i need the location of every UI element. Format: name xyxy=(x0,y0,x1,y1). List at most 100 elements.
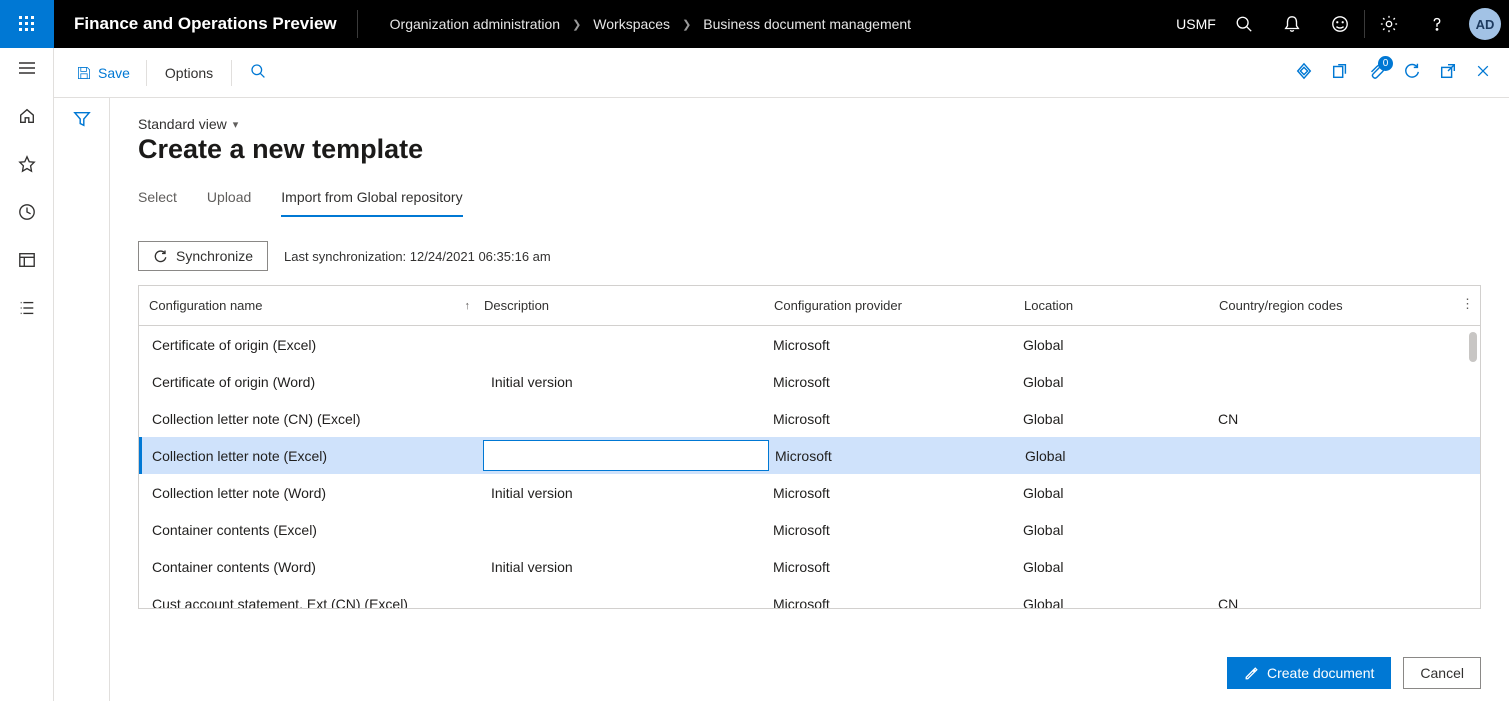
table-row[interactable]: Container contents (Word)Initial version… xyxy=(139,548,1480,585)
breadcrumb-item[interactable]: Business document management xyxy=(703,16,911,32)
cancel-button[interactable]: Cancel xyxy=(1403,657,1481,689)
chevron-right-icon: ❯ xyxy=(572,18,581,31)
table-row[interactable]: Collection letter note (Excel) MicrosoftG… xyxy=(139,437,1480,474)
cell-provider: Microsoft xyxy=(773,559,1023,575)
cell-provider: Microsoft xyxy=(773,522,1023,538)
cell-name: Collection letter note (Word) xyxy=(142,485,487,501)
cell-description: Initial version xyxy=(487,485,773,501)
grid-overflow-button[interactable]: ⋮ xyxy=(1461,296,1474,312)
close-icon[interactable] xyxy=(1475,63,1491,82)
synchronize-label: Synchronize xyxy=(176,248,253,264)
cell-name: Collection letter note (CN) (Excel) xyxy=(142,411,487,427)
cell-provider: Microsoft xyxy=(773,411,1023,427)
help-button[interactable] xyxy=(1413,0,1461,48)
home-icon[interactable] xyxy=(15,104,39,128)
tab-bar: Select Upload Import from Global reposit… xyxy=(138,189,1481,217)
feedback-button[interactable] xyxy=(1316,0,1364,48)
table-row[interactable]: Container contents (Excel) MicrosoftGloba… xyxy=(139,511,1480,548)
view-selector[interactable]: Standard view ▾ xyxy=(138,116,1481,132)
tab-import[interactable]: Import from Global repository xyxy=(281,189,462,217)
grid-header: Configuration name ↑ Description Configu… xyxy=(139,286,1480,326)
column-header-provider[interactable]: Configuration provider xyxy=(774,298,1024,313)
search-button[interactable] xyxy=(1220,0,1268,48)
create-document-button[interactable]: Create document xyxy=(1227,657,1391,689)
app-header: Finance and Operations Preview Organizat… xyxy=(0,0,1509,48)
cell-name: Container contents (Excel) xyxy=(142,522,487,538)
sync-status-text: Last synchronization: 12/24/2021 06:35:1… xyxy=(284,249,551,264)
column-label: Configuration name xyxy=(149,298,262,313)
table-row[interactable]: Cust account statement, Ext (CN) (Excel)… xyxy=(139,585,1480,608)
save-label: Save xyxy=(98,65,130,81)
cell-description[interactable] xyxy=(483,440,769,471)
workspaces-icon[interactable] xyxy=(15,248,39,272)
favorites-icon[interactable] xyxy=(15,152,39,176)
cell-provider: Microsoft xyxy=(773,337,1023,353)
table-row[interactable]: Collection letter note (Word)Initial ver… xyxy=(139,474,1480,511)
modules-icon[interactable] xyxy=(15,296,39,320)
attachments-count: 0 xyxy=(1378,56,1393,71)
open-external-icon[interactable] xyxy=(1331,62,1349,83)
cell-provider: Microsoft xyxy=(773,596,1023,609)
cell-provider: Microsoft xyxy=(773,485,1023,501)
company-picker[interactable]: USMF xyxy=(1172,0,1220,48)
synchronize-button[interactable]: Synchronize xyxy=(138,241,268,271)
cell-name: Certificate of origin (Word) xyxy=(142,374,487,390)
sort-asc-icon: ↑ xyxy=(465,300,485,312)
refresh-icon[interactable] xyxy=(1403,62,1421,83)
tab-select[interactable]: Select xyxy=(138,189,177,217)
breadcrumb: Organization administration ❯ Workspaces… xyxy=(358,16,1172,32)
table-row[interactable]: Certificate of origin (Excel)MicrosoftGl… xyxy=(139,326,1480,363)
search-action-button[interactable] xyxy=(238,63,278,82)
templates-grid: Configuration name ↑ Description Configu… xyxy=(138,285,1481,609)
cell-location: Global xyxy=(1023,596,1218,609)
cell-location: Global xyxy=(1023,485,1218,501)
cell-provider: Microsoft xyxy=(773,374,1023,390)
table-row[interactable]: Certificate of origin (Word)Initial vers… xyxy=(139,363,1480,400)
attachments-button[interactable]: 0 xyxy=(1367,62,1385,83)
cell-provider: Microsoft xyxy=(775,448,1025,464)
nav-expand-button[interactable] xyxy=(15,56,39,80)
scrollbar-thumb[interactable] xyxy=(1469,332,1477,362)
page-title: Create a new template xyxy=(138,134,1481,165)
cell-description: Initial version xyxy=(487,374,773,390)
view-label: Standard view xyxy=(138,116,227,132)
cell-location: Global xyxy=(1023,374,1218,390)
diamond-icon[interactable] xyxy=(1295,62,1313,83)
cell-location: Global xyxy=(1023,559,1218,575)
column-header-description[interactable]: Description xyxy=(484,298,774,313)
breadcrumb-item[interactable]: Workspaces xyxy=(593,16,670,32)
app-launcher[interactable] xyxy=(0,0,54,48)
save-button[interactable]: Save xyxy=(66,65,140,81)
cell-location: Global xyxy=(1025,448,1220,464)
column-header-name[interactable]: Configuration name ↑ xyxy=(139,298,484,313)
filter-pane-toggle[interactable] xyxy=(54,98,110,701)
avatar-initials: AD xyxy=(1469,8,1501,40)
tab-upload[interactable]: Upload xyxy=(207,189,251,217)
cell-location: Global xyxy=(1023,337,1218,353)
cell-codes: CN xyxy=(1218,411,1460,427)
cell-name: Container contents (Word) xyxy=(142,559,487,575)
cell-name: Cust account statement, Ext (CN) (Excel) xyxy=(142,596,487,609)
column-header-location[interactable]: Location xyxy=(1024,298,1219,313)
action-bar: Save Options 0 xyxy=(54,48,1509,98)
popout-icon[interactable] xyxy=(1439,62,1457,83)
separator xyxy=(146,60,147,86)
separator xyxy=(231,60,232,86)
settings-button[interactable] xyxy=(1365,0,1413,48)
chevron-right-icon: ❯ xyxy=(682,18,691,31)
notifications-button[interactable] xyxy=(1268,0,1316,48)
breadcrumb-item[interactable]: Organization administration xyxy=(390,16,560,32)
cell-description: Initial version xyxy=(487,559,773,575)
column-header-codes[interactable]: Country/region codes xyxy=(1219,298,1460,313)
cell-codes: CN xyxy=(1218,596,1460,609)
user-avatar[interactable]: AD xyxy=(1461,0,1509,48)
options-button[interactable]: Options xyxy=(153,65,225,81)
app-title: Finance and Operations Preview xyxy=(54,14,357,34)
cell-name: Collection letter note (Excel) xyxy=(142,448,487,464)
chevron-down-icon: ▾ xyxy=(233,118,239,131)
nav-rail xyxy=(0,48,54,701)
cell-location: Global xyxy=(1023,411,1218,427)
recent-icon[interactable] xyxy=(15,200,39,224)
cell-location: Global xyxy=(1023,522,1218,538)
table-row[interactable]: Collection letter note (CN) (Excel) Micro… xyxy=(139,400,1480,437)
